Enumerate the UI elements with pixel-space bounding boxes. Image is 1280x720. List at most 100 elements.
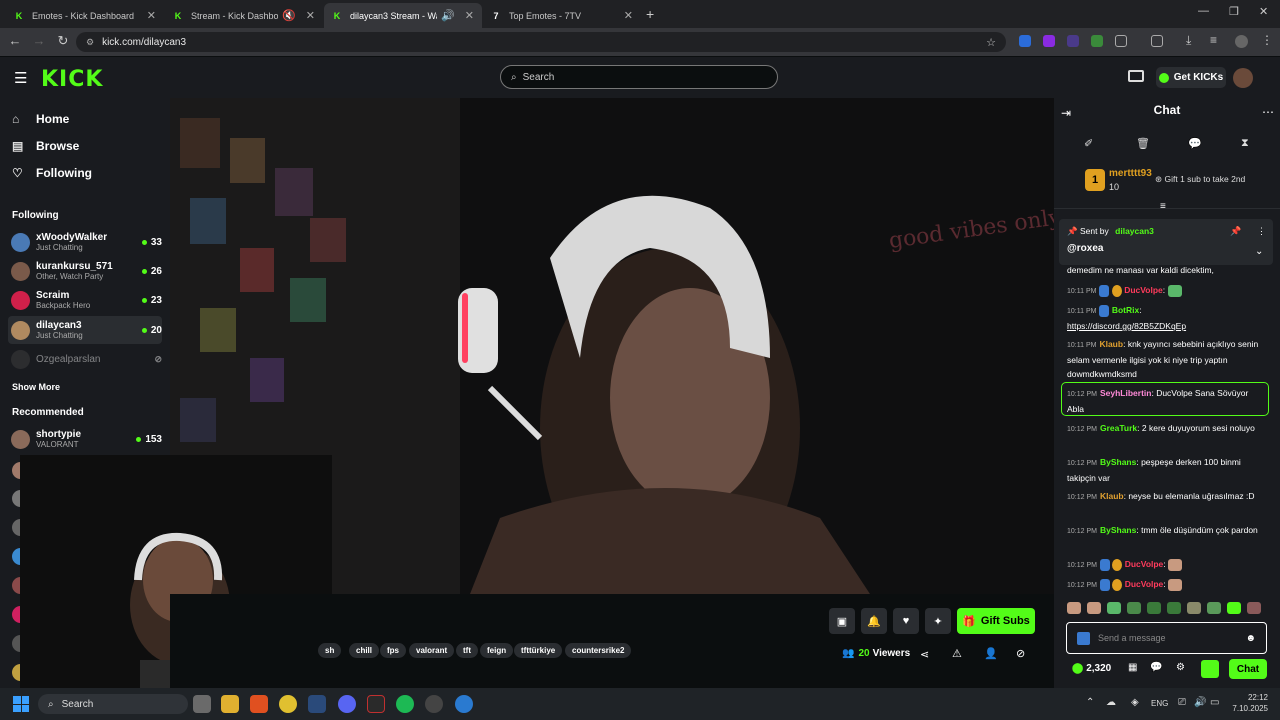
stream-tag[interactable]: tft bbox=[456, 643, 478, 658]
chat-mode-icon[interactable]: 💬 bbox=[1150, 662, 1162, 673]
windows-start-icon[interactable] bbox=[13, 696, 29, 712]
show-more-link[interactable]: Show More bbox=[12, 382, 60, 392]
leader-name[interactable]: mertttt93 bbox=[1109, 168, 1152, 179]
game-app-icon[interactable] bbox=[367, 695, 385, 713]
steam-icon[interactable] bbox=[308, 695, 326, 713]
new-tab-icon[interactable]: + bbox=[646, 6, 654, 22]
spotify-icon[interactable] bbox=[396, 695, 414, 713]
following-channel[interactable]: Scraim Backpack Hero 23 bbox=[8, 286, 162, 314]
store-icon[interactable]: ▦ bbox=[1128, 662, 1137, 673]
close-tab-icon[interactable]: ✕ bbox=[465, 9, 474, 22]
stream-tag[interactable]: sh bbox=[318, 643, 342, 658]
tab-7tv[interactable]: 7 Top Emotes - 7TV ✕ bbox=[483, 3, 641, 28]
forward-icon[interactable]: → bbox=[31, 33, 47, 48]
task-view-icon[interactable] bbox=[193, 695, 211, 713]
theatre-mode-icon[interactable] bbox=[1128, 70, 1144, 82]
network-icon[interactable]: ⎚ bbox=[1178, 697, 1186, 708]
share-icon[interactable]: ⋖ bbox=[920, 648, 929, 661]
extensions-puzzle-icon[interactable] bbox=[1115, 35, 1127, 47]
nav-browse[interactable]: ▤ Browse bbox=[12, 139, 79, 153]
extension-icon[interactable] bbox=[1067, 35, 1079, 47]
download-icon[interactable]: ⤓ bbox=[1186, 33, 1191, 48]
stream-tag[interactable]: chill bbox=[349, 643, 380, 658]
close-tab-icon[interactable]: ✕ bbox=[624, 9, 633, 22]
extension-icon[interactable] bbox=[1043, 35, 1055, 47]
url-field[interactable]: ⚙ kick.com/dilaycan3 ☆ bbox=[76, 32, 1006, 52]
chrome-icon[interactable] bbox=[279, 695, 297, 713]
following-channel-active[interactable]: dilaycan3 Just Chatting 20 bbox=[8, 316, 162, 344]
chevron-down-icon[interactable]: ⌄ bbox=[1255, 246, 1263, 257]
following-channel-offline[interactable]: Ozgealparslan ⊘ bbox=[8, 345, 162, 373]
battery-icon[interactable]: ▭ bbox=[1210, 697, 1219, 708]
extension-icon[interactable] bbox=[1091, 35, 1103, 47]
close-tab-icon[interactable]: ✕ bbox=[147, 9, 156, 22]
discord-link[interactable]: https://discord.gg/82B5ZDKqEp bbox=[1067, 321, 1186, 331]
back-icon[interactable]: ← bbox=[7, 33, 23, 48]
following-channel[interactable]: xWoodyWalker Just Chatting 33 bbox=[8, 228, 162, 256]
extension-icon[interactable] bbox=[1019, 35, 1031, 47]
host-icon[interactable]: 👤 bbox=[984, 647, 998, 660]
kick-app-icon[interactable] bbox=[1201, 660, 1219, 678]
get-kicks-button[interactable]: Get KICKs bbox=[1156, 67, 1226, 88]
recommended-channel[interactable]: shortypie VALORANT 153 bbox=[8, 425, 162, 453]
volume-icon[interactable]: 🔊 bbox=[1194, 697, 1206, 708]
browser-menu-icon[interactable]: ⋮ bbox=[1261, 33, 1273, 47]
stream-tag[interactable]: feign bbox=[480, 643, 514, 658]
close-tab-icon[interactable]: ✕ bbox=[306, 9, 315, 22]
close-window-icon[interactable]: ✕ bbox=[1259, 5, 1268, 18]
hide-icon[interactable]: ⊘ bbox=[1016, 647, 1025, 660]
brave-icon[interactable] bbox=[250, 695, 268, 713]
unpin-icon[interactable]: 📌 bbox=[1230, 226, 1241, 237]
clock[interactable]: 22:12 7.10.2025 bbox=[1230, 692, 1268, 714]
language-indicator[interactable]: ENG bbox=[1151, 699, 1168, 708]
stream-tag[interactable]: tfttürkiye bbox=[514, 643, 563, 658]
profile-avatar[interactable] bbox=[1235, 35, 1248, 48]
chat-menu-icon[interactable]: ⋯ bbox=[1262, 105, 1274, 119]
clip-button[interactable]: ▣ bbox=[829, 608, 855, 634]
expand-pinned-icon[interactable]: ≡ bbox=[1160, 201, 1166, 212]
reading-list-icon[interactable]: ≡ bbox=[1210, 33, 1217, 47]
send-chat-button[interactable]: Chat bbox=[1229, 659, 1267, 679]
site-info-icon[interactable]: ⚙ bbox=[86, 37, 94, 48]
hamburger-menu-icon[interactable]: ☰ bbox=[14, 69, 27, 87]
nav-home[interactable]: ⌂ Home bbox=[12, 112, 69, 126]
trash-tool-icon[interactable]: 🗑 bbox=[1136, 137, 1150, 150]
tab-stream[interactable]: KStream - Kick Dashboard🔇✕ bbox=[165, 3, 323, 28]
app-icon[interactable] bbox=[455, 695, 473, 713]
stream-tag[interactable]: fps bbox=[380, 643, 406, 658]
kick-logo[interactable]: KICK bbox=[41, 67, 103, 92]
stream-tag[interactable]: valorant bbox=[409, 643, 455, 658]
settings-gear-icon[interactable]: ⚙ bbox=[1176, 662, 1185, 673]
nav-following[interactable]: ♡ Following bbox=[12, 166, 92, 180]
taskbar-search[interactable]: ⌕ Search bbox=[38, 694, 188, 714]
chat-bubble-tool-icon[interactable]: 💬 bbox=[1188, 137, 1202, 150]
search-input[interactable]: ⌕ Search bbox=[500, 65, 778, 89]
cast-icon[interactable] bbox=[1151, 35, 1163, 47]
bookmark-star-icon[interactable]: ☆ bbox=[986, 36, 996, 49]
emoji-picker-icon[interactable]: ☻ bbox=[1245, 633, 1256, 644]
file-explorer-icon[interactable] bbox=[221, 695, 239, 713]
gift-subs-button[interactable]: 🎁 Gift Subs bbox=[957, 608, 1035, 634]
stream-tag[interactable]: countersrike2 bbox=[565, 643, 632, 658]
pin-tool-icon[interactable]: ✐ bbox=[1084, 137, 1093, 150]
pinned-menu-icon[interactable]: ⋮ bbox=[1257, 226, 1266, 237]
chat-input[interactable]: Send a message ☻ bbox=[1066, 622, 1267, 654]
reload-icon[interactable]: ↻ bbox=[55, 33, 71, 49]
mute-tab-icon[interactable]: 🔇 bbox=[282, 9, 296, 22]
discord-icon[interactable] bbox=[338, 695, 356, 713]
channel-points[interactable]: ⬤ 2,320 bbox=[1072, 663, 1111, 674]
minimize-icon[interactable]: — bbox=[1198, 5, 1209, 17]
notifications-button[interactable]: 🔔 bbox=[861, 608, 887, 634]
tab-emotes[interactable]: K Emotes - Kick Dashboard ✕ bbox=[6, 3, 164, 28]
sparkle-button[interactable]: ✦ bbox=[925, 608, 951, 634]
maximize-icon[interactable]: ❐ bbox=[1229, 5, 1239, 18]
tray-app-icon[interactable]: ◈ bbox=[1131, 697, 1139, 708]
tab-dilaycan3[interactable]: Kdilaycan3 Stream - Watch Li🔊✕ bbox=[324, 3, 482, 28]
tray-chevron-icon[interactable]: ⌃ bbox=[1086, 697, 1094, 708]
user-avatar[interactable] bbox=[1233, 68, 1253, 88]
audio-tab-icon[interactable]: 🔊 bbox=[441, 9, 455, 22]
obs-icon[interactable] bbox=[425, 695, 443, 713]
following-channel[interactable]: kurankursu_571 Other, Watch Party 26 bbox=[8, 257, 162, 285]
onedrive-icon[interactable]: ☁ bbox=[1106, 697, 1116, 708]
follow-button[interactable]: ♥ bbox=[893, 608, 919, 634]
